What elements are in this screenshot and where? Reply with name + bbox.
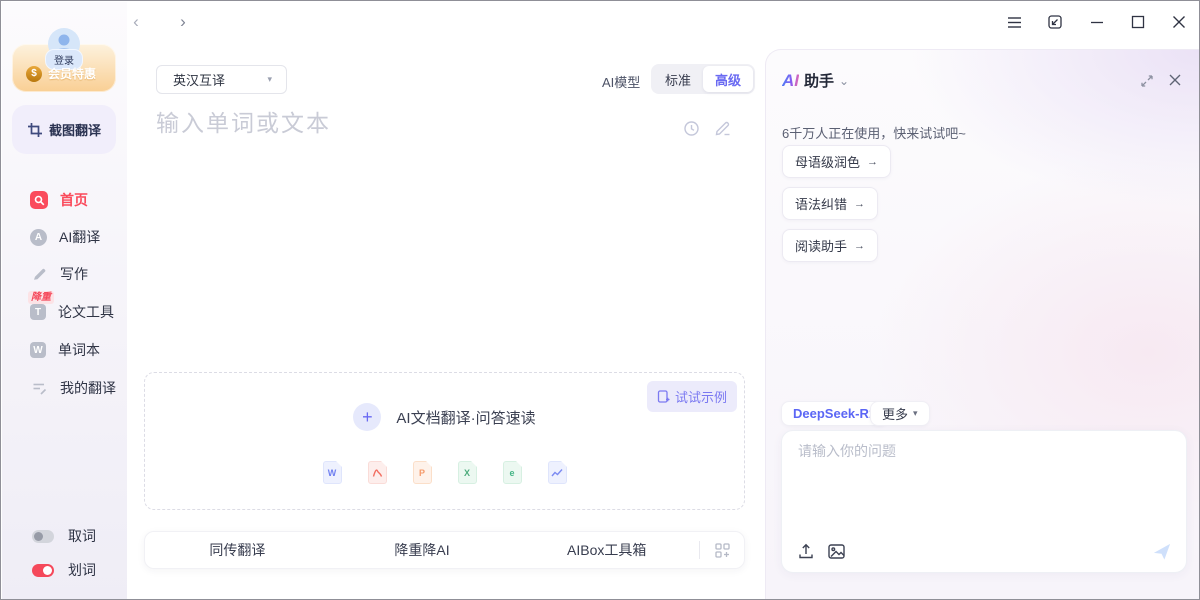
arrow-right-icon: → — [867, 156, 878, 168]
minimize-icon[interactable] — [1088, 13, 1106, 31]
home-icon — [30, 191, 48, 209]
image-upload-icon[interactable] — [826, 541, 846, 561]
select-word-toggle[interactable] — [32, 564, 54, 577]
close-window-icon[interactable] — [1170, 13, 1188, 31]
more-chip-label: 更多 — [882, 404, 908, 423]
assistant-question-input[interactable] — [798, 441, 1172, 536]
close-panel-icon[interactable] — [1166, 71, 1184, 89]
expand-panel-icon[interactable] — [1138, 72, 1156, 90]
select-word-toggle-row: 划词 — [32, 560, 96, 580]
app-window: ‹ › 登录 $ 会员特惠 截图翻译 首页 — [0, 0, 1200, 600]
forward-icon[interactable]: › — [174, 12, 192, 30]
arrow-right-icon: → — [854, 240, 865, 252]
translate-input[interactable] — [156, 105, 586, 141]
tab-advanced[interactable]: 高级 — [703, 66, 753, 92]
bottom-tools-bar: 同传翻译 降重降AI AIBox工具箱 — [144, 531, 745, 569]
member-offer-row[interactable]: $ 会员特惠 — [26, 65, 96, 82]
sidebar-item-my-translations[interactable]: 我的翻译 — [30, 378, 116, 398]
assistant-title: 助手 — [804, 70, 834, 91]
my-translations-icon — [30, 379, 48, 397]
member-offer-label: 会员特惠 — [48, 65, 96, 82]
action-label: 母语级润色 — [795, 152, 860, 171]
sidebar-item-home[interactable]: 首页 — [30, 190, 88, 210]
sidebar-item-label: 单词本 — [58, 340, 100, 360]
more-models-chip[interactable]: 更多 ▾ — [870, 401, 930, 426]
history-icon[interactable] — [681, 118, 701, 138]
chevron-down-icon[interactable]: ⌄ — [839, 74, 849, 88]
paper-tools-badge: 降重 — [28, 291, 54, 304]
add-document-button[interactable]: + — [353, 403, 381, 431]
action-reading-button[interactable]: 阅读助手 → — [782, 229, 878, 262]
action-label: 语法纠错 — [795, 194, 847, 213]
language-selector-value: 英汉互译 — [173, 70, 225, 89]
assistant-tagline: 6千万人正在使用，快来试试吧~ — [782, 123, 966, 142]
ppt-file-icon: P — [413, 461, 432, 484]
language-selector[interactable]: 英汉互译 ▾ — [156, 65, 287, 94]
action-grammar-button[interactable]: 语法纠错 → — [782, 187, 878, 220]
action-polish-button[interactable]: 母语级润色 → — [782, 145, 891, 178]
sidebar-item-writing[interactable]: 写作 — [30, 264, 88, 284]
capture-word-toggle-row: 取词 — [32, 526, 96, 546]
screenshot-translate-label: 截图翻译 — [49, 120, 101, 139]
supported-file-types: W P X e — [145, 461, 744, 484]
sidebar: 登录 $ 会员特惠 截图翻译 首页 A AI翻译 写作 降重 T — [2, 2, 127, 600]
paper-tools-icon: T — [30, 304, 46, 320]
pencil-icon — [30, 265, 48, 283]
document-drop-zone[interactable]: 试试示例 + AI文档翻译·问答速读 W P X e — [144, 372, 745, 510]
capture-word-toggle[interactable] — [32, 530, 54, 543]
chevron-down-icon: ▾ — [913, 408, 918, 419]
mini-mode-icon[interactable] — [1046, 13, 1064, 31]
excel-file-icon: X — [458, 461, 477, 484]
sidebar-item-wordbook[interactable]: W 单词本 — [30, 340, 100, 360]
sidebar-item-label: 我的翻译 — [60, 378, 116, 398]
assistant-header[interactable]: AI 助手 ⌄ — [782, 70, 849, 91]
doc-translate-title: AI文档翻译·问答速读 — [396, 407, 535, 428]
chart-file-icon — [548, 461, 567, 484]
arrow-right-icon: → — [854, 198, 865, 210]
wordbook-icon: W — [30, 342, 46, 358]
tool-aibox[interactable]: AIBox工具箱 — [514, 540, 699, 560]
ebook-file-icon: e — [503, 461, 522, 484]
upload-file-icon[interactable] — [796, 541, 816, 561]
sidebar-item-label: 论文工具 — [58, 302, 114, 322]
ai-assistant-panel: AI 助手 ⌄ 6千万人正在使用，快来试试吧~ 母语级润色 → 语法纠错 → 阅… — [765, 49, 1200, 600]
sidebar-item-paper-tools[interactable]: T 论文工具 — [30, 302, 114, 322]
edit-icon[interactable] — [713, 118, 733, 138]
select-word-label: 划词 — [68, 560, 96, 580]
ai-model-label: AI模型 — [602, 72, 640, 91]
sidebar-item-label: 写作 — [60, 264, 88, 284]
sidebar-item-label: AI翻译 — [59, 227, 100, 247]
tab-standard[interactable]: 标准 — [653, 66, 703, 92]
back-icon[interactable]: ‹ — [127, 12, 145, 30]
capture-word-label: 取词 — [68, 526, 96, 546]
model-chip-label: DeepSeek-R1 — [793, 406, 876, 421]
action-label: 阅读助手 — [795, 236, 847, 255]
screenshot-translate-button[interactable]: 截图翻译 — [12, 105, 116, 154]
document-plus-icon — [657, 390, 670, 403]
member-badge-icon: $ — [26, 66, 42, 82]
ai-logo: AI — [782, 71, 799, 91]
crop-icon — [27, 122, 43, 138]
sidebar-item-label: 首页 — [60, 190, 88, 210]
ai-translate-icon: A — [30, 229, 47, 246]
more-tools-button[interactable] — [700, 543, 744, 558]
menu-icon[interactable] — [1005, 13, 1023, 31]
tool-reduce-ai[interactable]: 降重降AI — [330, 540, 515, 560]
sidebar-item-ai-translate[interactable]: A AI翻译 — [30, 227, 100, 247]
assistant-input-card — [781, 430, 1187, 573]
chevron-down-icon: ▾ — [267, 74, 272, 85]
send-icon[interactable] — [1152, 541, 1172, 561]
maximize-icon[interactable] — [1129, 13, 1147, 31]
pdf-file-icon — [368, 461, 387, 484]
grid-plus-icon — [715, 543, 730, 558]
tool-simultaneous-translate[interactable]: 同传翻译 — [145, 540, 330, 560]
word-file-icon: W — [323, 461, 342, 484]
model-segmented-control: 标准 高级 — [651, 64, 755, 94]
